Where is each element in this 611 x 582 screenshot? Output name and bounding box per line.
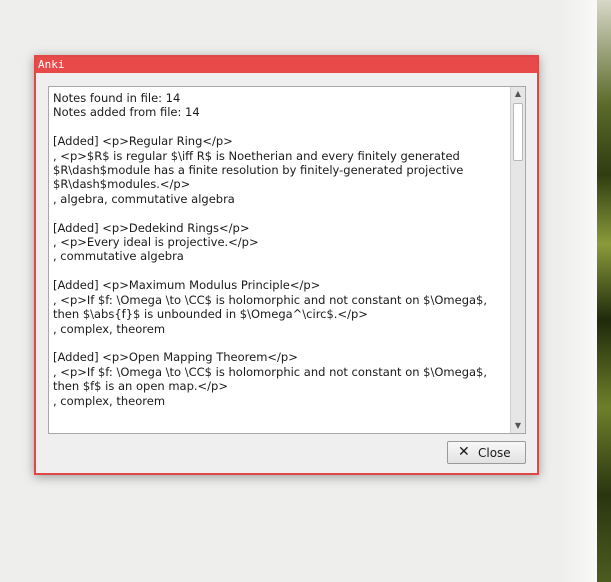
close-x-icon: ✕ <box>458 444 470 460</box>
desktop-background-strip <box>597 0 611 582</box>
close-button-label: Close <box>478 446 511 460</box>
background-glow <box>560 0 600 582</box>
vertical-scrollbar[interactable]: ▲ ▼ <box>510 87 525 433</box>
scrollbar-thumb[interactable] <box>513 103 523 161</box>
close-button[interactable]: ✕ Close <box>447 441 526 464</box>
scroll-down-arrow-icon[interactable]: ▼ <box>511 419 525 433</box>
title-bar[interactable]: Anki <box>36 57 537 73</box>
report-text-area[interactable]: Notes found in file: 14 Notes added from… <box>48 86 526 434</box>
window-title: Anki <box>38 58 65 71</box>
report-text: Notes found in file: 14 Notes added from… <box>53 91 488 408</box>
import-report-dialog: Anki Notes found in file: 14 Notes added… <box>34 55 539 475</box>
scroll-up-arrow-icon[interactable]: ▲ <box>511 87 525 101</box>
